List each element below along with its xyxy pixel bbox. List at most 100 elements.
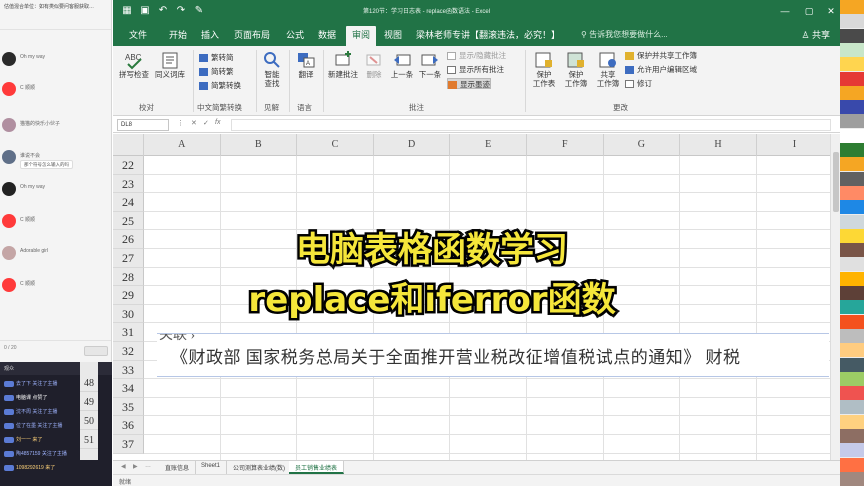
simplified-traditional-convert-button[interactable]: 简繁转换	[199, 80, 241, 91]
chat-message: C 顺顺	[2, 82, 110, 104]
color-swatch	[840, 128, 864, 143]
enter-icon[interactable]: ✓	[203, 119, 209, 127]
group-insights-label: 见解	[264, 103, 279, 112]
to-traditional-button[interactable]: 繁转简	[199, 52, 234, 63]
row-header[interactable]: 22	[113, 156, 144, 175]
tab-page-layout[interactable]: 页面布局	[234, 28, 270, 41]
more-sheets-icon[interactable]: …	[145, 463, 151, 469]
thesaurus-button[interactable]: 同义词库	[153, 50, 187, 79]
avatar[interactable]	[2, 118, 16, 132]
tab-formulas[interactable]: 公式	[286, 28, 304, 41]
tab-data[interactable]: 数据	[318, 28, 336, 41]
level-badge-icon	[4, 408, 14, 415]
tab-file[interactable]: 文件	[129, 28, 147, 41]
formula-input[interactable]	[231, 119, 831, 131]
select-all-corner[interactable]	[113, 134, 144, 156]
level-badge-icon	[4, 394, 14, 401]
allow-edit-ranges-button[interactable]: 允许用户编辑区域	[625, 64, 697, 75]
column-header[interactable]: H	[680, 134, 757, 156]
prev-sheet-icon[interactable]: ◀	[121, 463, 126, 470]
review-ribbon: ABC 拼写检查 同义词库 校对 繁转简 简转繁 简繁转换 中文简繁转换 智能 …	[113, 46, 840, 116]
column-header[interactable]: C	[297, 134, 374, 156]
show-ink-button[interactable]: 显示墨迹	[447, 78, 491, 89]
avatar[interactable]	[2, 52, 16, 66]
redo-icon[interactable]: ↷	[175, 5, 187, 17]
avatar[interactable]	[2, 82, 16, 96]
tab-custom[interactable]: 梁林老师专讲【翻滚违法，必究！】	[416, 28, 560, 41]
color-swatch	[840, 414, 864, 429]
convert-icon	[199, 68, 208, 76]
sheet-tab[interactable]: 直账信息	[159, 461, 197, 474]
row-header[interactable]: 36	[113, 416, 144, 435]
close-icon[interactable]: ✕	[824, 4, 838, 18]
scroll-thumb[interactable]	[833, 152, 839, 212]
format-painter-icon[interactable]: ✎	[193, 5, 205, 17]
delete-comment-button[interactable]: 删除	[364, 50, 384, 79]
row-header[interactable]: 35	[113, 397, 144, 417]
show-hide-comment-button[interactable]: 显示/隐藏批注	[447, 50, 506, 61]
share-workbook-button[interactable]: 共享 工作簿	[593, 50, 623, 88]
color-swatch	[840, 143, 864, 157]
row-header[interactable]: 32	[113, 342, 144, 361]
function-icon[interactable]: fx	[215, 119, 220, 126]
show-all-comments-button[interactable]: 显示所有批注	[447, 64, 504, 75]
avatar[interactable]	[2, 182, 16, 196]
chat-char-count: 0 / 20	[4, 345, 17, 351]
previous-comment-button[interactable]: 上一条	[389, 50, 415, 79]
group-comments-label: 批注	[409, 103, 424, 112]
column-header[interactable]: D	[374, 134, 451, 156]
column-header[interactable]: E	[450, 134, 527, 156]
sheet-tab[interactable]: 员工销售业绩表	[289, 461, 345, 474]
tab-review[interactable]: 审阅	[346, 26, 377, 46]
column-header[interactable]: B	[221, 134, 298, 156]
protect-workbook-button[interactable]: 保护 工作簿	[561, 50, 591, 88]
sheet-tab[interactable]: Sheet1	[195, 461, 228, 474]
row-header[interactable]: 37	[113, 435, 144, 454]
live-event: 电脑课 点赞了	[4, 394, 47, 404]
translate-button[interactable]: A 翻译	[293, 50, 319, 79]
convert-icon	[199, 82, 208, 90]
share-button[interactable]: ♙ 共享	[801, 28, 830, 41]
row-header[interactable]: 33	[113, 360, 144, 380]
chat-sender-name: Oh my way	[20, 54, 46, 60]
row-header[interactable]: 23	[113, 174, 144, 194]
new-comment-button[interactable]: 新建批注	[325, 50, 361, 79]
row-header[interactable]: 24	[113, 193, 144, 212]
send-button[interactable]	[84, 346, 108, 356]
column-header[interactable]: A	[144, 134, 221, 156]
save-icon[interactable]: ▣	[139, 5, 151, 17]
tell-me-search[interactable]: ⚲ 告诉我您想要做什么...	[581, 29, 668, 40]
chat-input-area[interactable]: 0 / 20	[0, 340, 111, 362]
tab-home[interactable]: 开始	[169, 28, 187, 41]
column-header[interactable]: F	[527, 134, 604, 156]
sheet-tab[interactable]: 公司测算表业绩(数)	[227, 461, 292, 474]
protect-share-button[interactable]: 保护并共享工作簿	[625, 50, 697, 61]
maximize-icon[interactable]: ▢	[802, 4, 816, 18]
next-comment-button[interactable]: 下一条	[417, 50, 443, 79]
name-box[interactable]: DL8	[117, 119, 169, 131]
group-proofing-label: 校对	[139, 103, 154, 112]
column-header[interactable]: G	[604, 134, 681, 156]
next-sheet-icon[interactable]: ▶	[133, 463, 138, 470]
row-header[interactable]: 31	[113, 323, 144, 342]
row-header[interactable]: 34	[113, 379, 144, 398]
tab-insert[interactable]: 插入	[201, 28, 219, 41]
live-event-text: 位了在墨 关注了主播	[16, 423, 63, 429]
undo-icon[interactable]: ↶	[157, 5, 169, 17]
status-bar: 就绪	[113, 474, 840, 486]
chat-sender-name: Oh my way	[20, 184, 46, 190]
gridline	[144, 396, 830, 398]
tab-view[interactable]: 视图	[384, 28, 402, 41]
cancel-icon[interactable]: ✕	[191, 119, 197, 127]
spelling-button[interactable]: ABC 拼写检查	[117, 50, 151, 79]
smart-lookup-button[interactable]: 智能 查找	[259, 50, 285, 88]
protect-sheet-button[interactable]: 保护 工作表	[529, 50, 559, 88]
avatar[interactable]	[2, 150, 16, 164]
track-changes-button[interactable]: 修订	[625, 78, 652, 89]
minimize-icon[interactable]: —	[778, 4, 792, 18]
strip-document-title: 《财政部 国家税务总局关于全面推开营业税改征增值税试点的通知》 财税	[171, 348, 741, 367]
to-simplified-button[interactable]: 简转繁	[199, 66, 234, 77]
column-header[interactable]: I	[757, 134, 830, 156]
expand-icon[interactable]: ⋮	[177, 119, 184, 127]
color-swatch	[840, 42, 864, 57]
